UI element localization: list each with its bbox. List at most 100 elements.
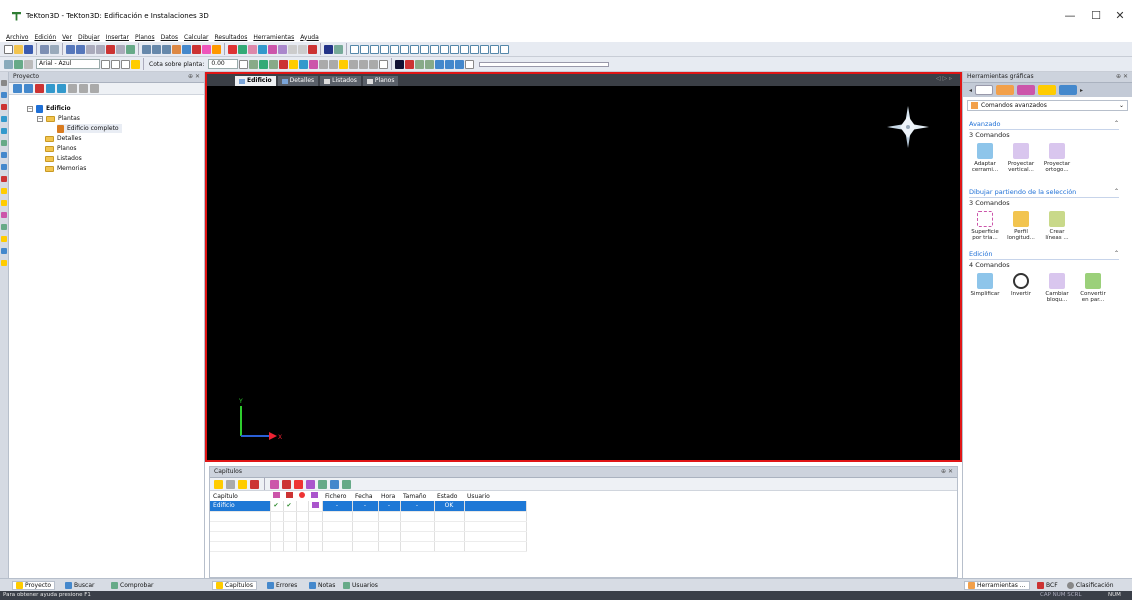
tab-comprobar[interactable]: Comprobar [108, 581, 156, 590]
tools-icon[interactable] [369, 59, 379, 69]
col-grid[interactable] [308, 491, 322, 501]
cell-capitulo[interactable]: Edificio [210, 501, 271, 512]
compass-icon[interactable] [883, 102, 933, 152]
open-folder-icon[interactable] [14, 44, 23, 54]
maximize-button[interactable]: ☐ [1086, 10, 1106, 22]
refresh-icon[interactable] [342, 479, 351, 489]
line-icon[interactable] [288, 44, 297, 54]
col-tamano[interactable]: Tamaño [400, 491, 434, 501]
pen-icon[interactable] [14, 59, 23, 69]
display-icon[interactable] [395, 59, 405, 69]
up-icon[interactable] [46, 84, 55, 93]
tab-scroll-left-icon[interactable]: ◂ [969, 87, 972, 94]
undo-icon[interactable] [66, 44, 75, 54]
bold-icon[interactable] [121, 59, 130, 69]
tool-icon[interactable] [1, 248, 7, 254]
tab-clasificacion[interactable]: Clasificación [1064, 581, 1117, 590]
stair-icon[interactable] [278, 44, 287, 54]
collapse-caret-icon[interactable]: ⌃ [1114, 250, 1119, 257]
zoom-in-icon[interactable] [142, 44, 151, 54]
cut-icon[interactable] [318, 479, 327, 489]
command-cambiar-bloque[interactable]: Cambiar bloqu... [1041, 273, 1073, 303]
tool-icon[interactable] [1, 104, 7, 110]
pin-icon[interactable]: ⊕ ✕ [941, 467, 953, 477]
clip-icon[interactable] [445, 59, 455, 69]
color-icon[interactable] [111, 59, 120, 69]
tab-notas[interactable]: Notas [306, 581, 338, 590]
col-usuario[interactable]: Usuario [464, 491, 526, 501]
record-icon[interactable] [294, 479, 303, 489]
cell-check[interactable]: ✔ [283, 501, 297, 512]
view-front-icon[interactable] [360, 44, 369, 54]
refresh-icon[interactable] [415, 59, 425, 69]
render-icon[interactable] [192, 44, 201, 54]
menu-ver[interactable]: Ver [62, 34, 72, 41]
link-icon[interactable] [270, 479, 279, 489]
tree-node-plantas[interactable]: − Plantas [37, 114, 80, 123]
view-back-icon[interactable] [440, 44, 449, 54]
polar-icon[interactable] [299, 59, 309, 69]
door-icon[interactable] [268, 44, 277, 54]
tool-icon[interactable] [1, 80, 7, 86]
zoom-out-icon[interactable] [152, 44, 161, 54]
select-icon[interactable] [86, 44, 95, 54]
sum-icon[interactable] [126, 44, 135, 54]
add-chapter-icon[interactable] [214, 479, 223, 489]
grid-icon[interactable] [306, 479, 315, 489]
hide-icon[interactable] [425, 59, 435, 69]
grid-snap-icon[interactable] [269, 59, 279, 69]
command-proyectar-vertical[interactable]: Proyectar vertical... [1005, 143, 1037, 173]
tab-usuarios[interactable]: Usuarios [340, 581, 381, 590]
redo-icon[interactable] [76, 44, 85, 54]
open-icon[interactable] [226, 479, 235, 489]
spin-icon[interactable] [239, 59, 249, 69]
command-superficie[interactable]: Superficie por tria... [969, 211, 1001, 241]
view-side-icon[interactable] [370, 44, 379, 54]
grid-icon[interactable] [334, 44, 343, 54]
tab-proyecto[interactable]: Proyecto [12, 581, 56, 590]
cell-check[interactable]: ✔ [270, 501, 284, 512]
col-capitulo[interactable]: Capítulo [210, 491, 270, 501]
menu-calcular[interactable]: Calcular [184, 34, 208, 41]
menu-herramientas[interactable]: Herramientas [253, 34, 294, 41]
view-persp-icon[interactable] [390, 44, 399, 54]
progress-slider[interactable] [479, 61, 610, 67]
tool-icon[interactable] [1, 200, 7, 206]
delete-icon[interactable] [106, 44, 115, 54]
minimize-button[interactable]: — [1060, 10, 1080, 22]
highlight-icon[interactable] [131, 59, 140, 69]
edit-icon[interactable] [24, 84, 33, 93]
menu-datos[interactable]: Datos [161, 34, 178, 41]
tab-draw-icon[interactable] [996, 85, 1015, 95]
osnap-icon[interactable] [289, 59, 299, 69]
arc-icon[interactable] [298, 44, 307, 54]
col-hora[interactable]: Hora [378, 491, 400, 501]
table-icon[interactable] [480, 44, 489, 54]
cut-plane-icon[interactable] [435, 59, 445, 69]
copy-icon[interactable] [96, 44, 105, 54]
cota-input[interactable]: 0.00 [208, 59, 239, 69]
settings-icon[interactable] [349, 59, 359, 69]
section-header[interactable]: Avanzado ⌃ [969, 120, 1119, 130]
collapse-icon[interactable]: − [37, 115, 43, 122]
tab-bcf[interactable]: BCF [1034, 581, 1061, 590]
tab-edit-icon[interactable] [1017, 85, 1036, 95]
view-iso-icon[interactable] [380, 44, 389, 54]
tree-node-detalles[interactable]: Detalles [45, 134, 82, 143]
layer-icon[interactable] [4, 59, 13, 69]
font-select[interactable]: Arial - Azul [36, 59, 100, 69]
tree-node-edificio[interactable]: − Edificio [27, 104, 71, 113]
delete-icon[interactable] [250, 479, 259, 489]
remove-icon[interactable] [35, 84, 44, 93]
menu-edicion[interactable]: Edición [34, 34, 56, 41]
tool-icon[interactable] [1, 92, 7, 98]
col-fichero[interactable]: Fichero [322, 491, 352, 501]
tool-icon[interactable] [1, 164, 7, 170]
view-right-icon[interactable] [430, 44, 439, 54]
new-file-icon[interactable] [4, 44, 13, 54]
table-row[interactable]: Edificio ✔ ✔ - - - - OK [210, 501, 527, 512]
layers-icon[interactable] [324, 44, 333, 54]
section-icon[interactable] [450, 44, 459, 54]
col-lock[interactable] [283, 491, 296, 501]
view-top-icon[interactable] [400, 44, 409, 54]
